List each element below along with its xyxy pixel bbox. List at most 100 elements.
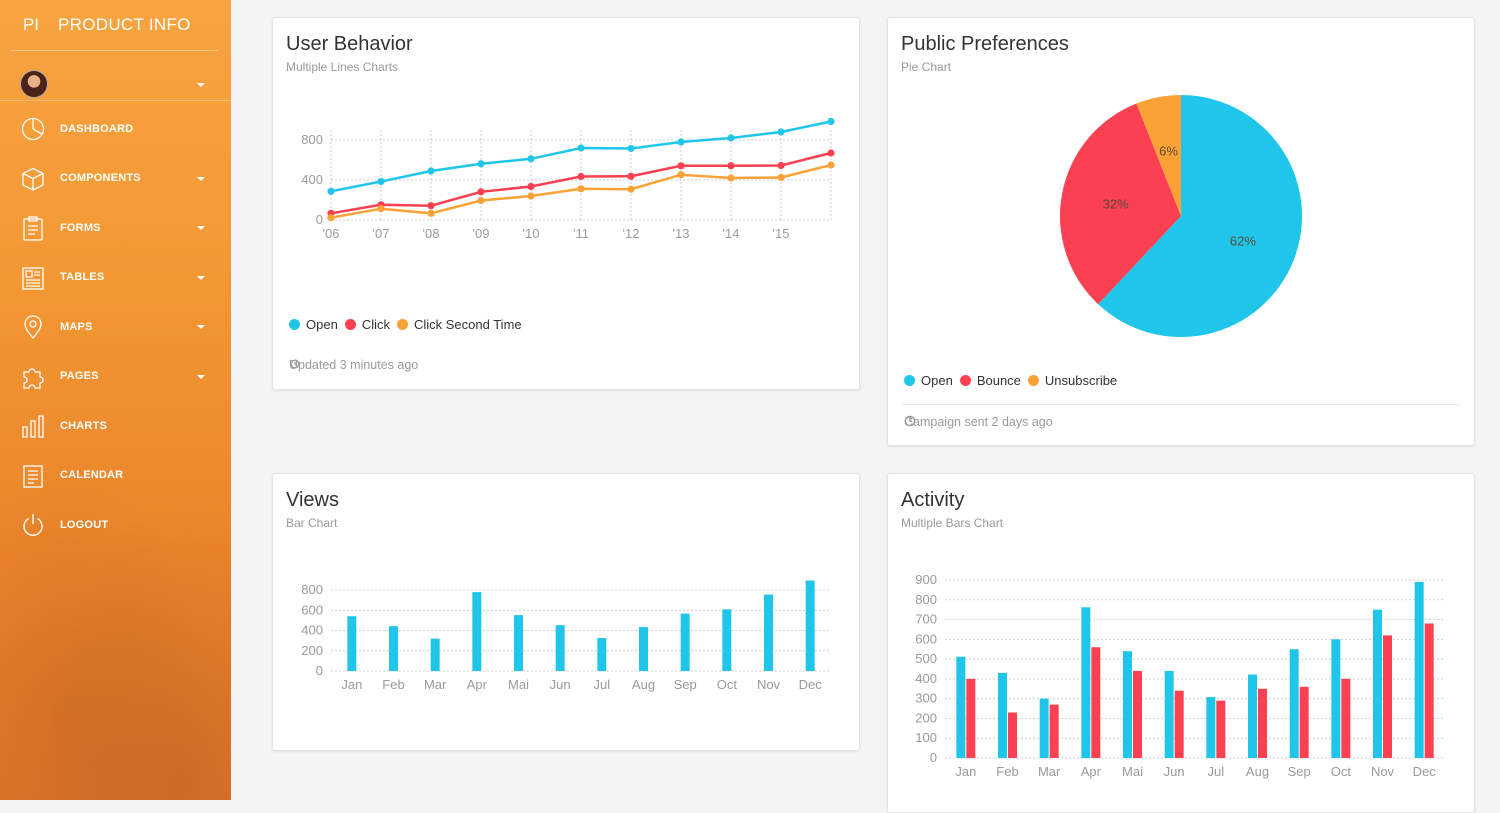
sidebar-item-label: CHARTS	[60, 419, 108, 432]
sidebar-item-maps[interactable]: MAPS	[0, 302, 231, 352]
cube-icon	[22, 167, 44, 191]
bar	[1373, 609, 1382, 758]
data-point	[477, 196, 485, 205]
sidebar-item-components[interactable]: COMPONENTS	[0, 154, 231, 204]
chart-legend: Open Click Click Second Time	[289, 317, 529, 332]
bar	[389, 626, 398, 671]
x-tick-label: Sep	[674, 677, 697, 692]
data-point	[777, 173, 785, 182]
sidebar-nav: DASHBOARD COMPONENTS FORMS TABLES MAPS PAGES C…	[0, 104, 231, 550]
bar	[1008, 712, 1017, 758]
chevron-down-icon[interactable]	[197, 226, 205, 230]
bar	[1049, 704, 1059, 758]
legend-item: Open	[289, 317, 338, 332]
brand-logo[interactable]: PI PRODUCT INFO	[10, 0, 218, 51]
data-point	[777, 128, 785, 136]
x-tick-label: '09	[473, 226, 490, 241]
y-tick-label: 0	[316, 212, 323, 227]
sidebar-item-calendar[interactable]: CALENDAR	[0, 451, 231, 501]
legend-dot	[959, 375, 971, 386]
y-tick-label: 500	[915, 651, 937, 666]
chevron-down-icon[interactable]	[197, 325, 205, 329]
chevron-down-icon[interactable]	[197, 275, 205, 280]
clipboard-icon	[23, 216, 43, 241]
clock-icon	[904, 415, 916, 427]
pie-chart-icon	[21, 117, 45, 141]
legend-dot	[904, 375, 915, 386]
sidebar-item-label: PAGES	[60, 370, 99, 383]
x-tick-label: Dec	[1413, 764, 1437, 779]
legend-item: Click	[344, 317, 390, 332]
x-tick-label: Mai	[1122, 764, 1143, 779]
x-tick-label: '11	[573, 226, 589, 241]
sidebar-item-dashboard[interactable]: DASHBOARD	[0, 104, 231, 154]
avatar[interactable]	[20, 70, 48, 98]
data-point	[677, 138, 685, 146]
legend-label: Open	[306, 317, 338, 332]
y-tick-label: 800	[301, 582, 323, 597]
legend-label: Click	[361, 317, 390, 332]
data-point	[477, 188, 485, 196]
legend-label: Bounce	[976, 373, 1021, 388]
data-point	[627, 144, 635, 153]
chevron-down-icon[interactable]	[197, 374, 205, 379]
x-tick-label: Dec	[799, 677, 823, 692]
x-tick-label: Mar	[424, 677, 447, 692]
data-point	[527, 155, 535, 163]
data-point	[377, 177, 385, 186]
divider	[902, 404, 1460, 405]
user-behavior-card: User Behavior Multiple Lines Charts 0 400…	[272, 17, 860, 390]
x-tick-label: Mar	[1038, 764, 1061, 779]
bar	[1289, 649, 1299, 758]
x-tick-label: Feb	[382, 677, 404, 692]
bar	[597, 638, 607, 671]
data-point	[727, 162, 735, 170]
bar	[805, 580, 815, 671]
chevron-down-icon[interactable]	[197, 83, 205, 87]
sidebar-item-forms[interactable]: FORMS	[0, 203, 231, 253]
y-tick-label: 700	[915, 612, 937, 627]
x-tick-label: '07	[373, 226, 390, 241]
x-tick-label: Sep	[1288, 764, 1311, 779]
legend-dot	[396, 319, 408, 330]
y-tick-label: 400	[915, 671, 937, 686]
user-panel[interactable]	[0, 51, 231, 101]
bar	[764, 594, 773, 671]
data-point	[477, 160, 485, 168]
y-tick-label: 800	[915, 592, 937, 607]
pie-slice-label: 32%	[1103, 197, 1129, 212]
x-tick-label: Jan	[341, 677, 362, 692]
bar	[1258, 688, 1267, 758]
multi-bar-chart: 0 100 200 300 400 500 600 700 800 900 Jan Feb Mar Apr…	[915, 572, 1445, 779]
data-point	[577, 172, 585, 181]
data-point	[527, 182, 535, 191]
bar	[1081, 607, 1091, 758]
bar	[1299, 686, 1309, 758]
sidebar-item-logout[interactable]: LOGOUT	[0, 500, 231, 550]
data-point	[577, 185, 585, 193]
sidebar-item-label: LOGOUT	[60, 518, 109, 531]
x-tick-label: Jun	[1164, 764, 1185, 779]
bar	[722, 609, 732, 671]
y-tick-label: 400	[301, 623, 323, 638]
y-tick-label: 300	[915, 691, 937, 706]
chevron-down-icon[interactable]	[197, 176, 205, 181]
legend-label: Unsubscribe	[1044, 373, 1118, 388]
x-tick-label: '10	[523, 226, 540, 241]
y-tick-label: 200	[915, 710, 937, 725]
x-tick-label: Nov	[757, 677, 781, 692]
data-point	[727, 134, 735, 142]
sidebar-item-charts[interactable]: CHARTS	[0, 401, 231, 451]
sidebar-item-tables[interactable]: TABLES	[0, 253, 231, 303]
bar	[1174, 690, 1184, 758]
data-point	[777, 161, 785, 170]
legend-dot	[1027, 375, 1039, 386]
calendar-icon	[23, 464, 43, 488]
bar	[514, 615, 523, 671]
y-tick-label: 0	[930, 750, 937, 765]
sidebar-item-pages[interactable]: PAGES	[0, 352, 231, 402]
views-card: Views Bar Chart 0 200 400 600 800 Jan Feb Mar Ap…	[272, 473, 860, 751]
card-footer: Updated 3 minutes ago	[289, 358, 418, 372]
bar-chart-icon	[22, 415, 44, 438]
data-point	[827, 149, 835, 157]
